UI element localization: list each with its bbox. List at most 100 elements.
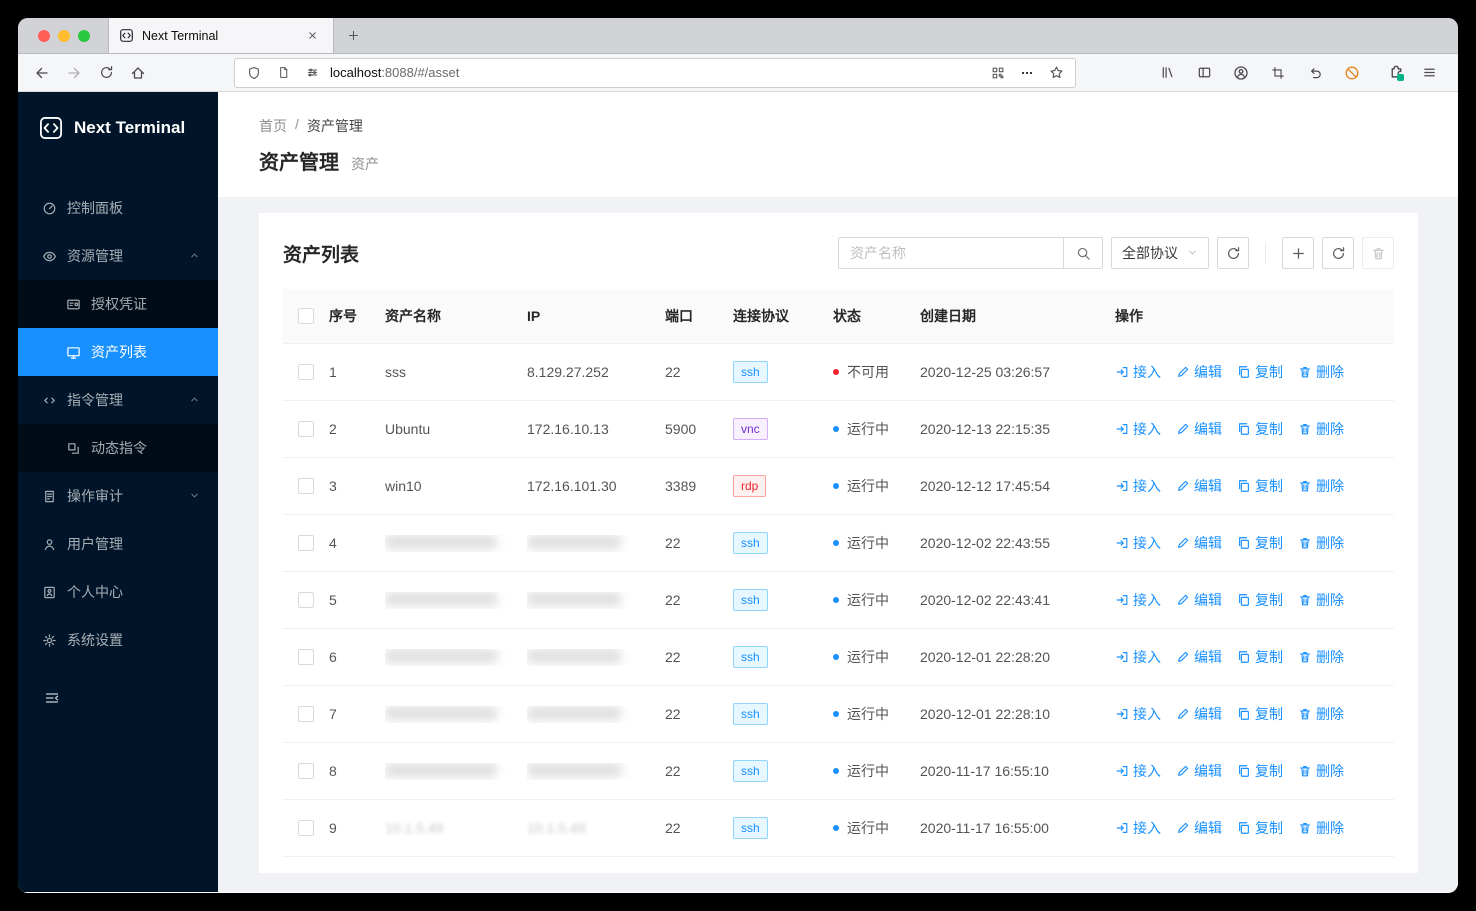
delete-link[interactable]: 删除: [1298, 647, 1344, 667]
copy-link[interactable]: 复制: [1237, 761, 1283, 781]
sidebar-item-users[interactable]: 用户管理: [18, 520, 218, 568]
library-icon[interactable]: [1154, 59, 1180, 87]
copy-link[interactable]: 复制: [1237, 590, 1283, 610]
row-checkbox[interactable]: [298, 364, 314, 380]
delete-link[interactable]: 删除: [1298, 533, 1344, 553]
row-checkbox[interactable]: [298, 763, 314, 779]
new-tab-button[interactable]: [342, 25, 364, 47]
undo-arrow-icon[interactable]: [1302, 59, 1328, 87]
search-button[interactable]: [1063, 237, 1103, 269]
copy-link[interactable]: 复制: [1237, 362, 1283, 382]
connect-link[interactable]: 接入: [1115, 647, 1161, 667]
edit-link[interactable]: 编辑: [1176, 533, 1222, 553]
edit-link[interactable]: 编辑: [1176, 476, 1222, 496]
connect-link[interactable]: 接入: [1115, 590, 1161, 610]
row-checkbox[interactable]: [298, 649, 314, 665]
breadcrumb: 首页 / 资产管理: [259, 116, 1418, 136]
breadcrumb-home[interactable]: 首页: [259, 116, 287, 136]
home-button[interactable]: [124, 59, 152, 87]
sidebar-item-credentials[interactable]: 授权凭证: [18, 280, 218, 328]
delete-link[interactable]: 删除: [1298, 590, 1344, 610]
connect-link[interactable]: 接入: [1115, 533, 1161, 553]
connect-link[interactable]: 接入: [1115, 704, 1161, 724]
connect-link[interactable]: 接入: [1115, 761, 1161, 781]
forward-button[interactable]: [60, 59, 88, 87]
row-checkbox[interactable]: [298, 706, 314, 722]
app-logo[interactable]: Next Terminal: [18, 92, 218, 164]
site-info-page-icon[interactable]: [272, 62, 294, 84]
edit-link[interactable]: 编辑: [1176, 647, 1222, 667]
zoom-window-button[interactable]: [78, 29, 90, 42]
edit-link[interactable]: 编辑: [1176, 590, 1222, 610]
copy-link[interactable]: 复制: [1237, 533, 1283, 553]
menu-hamburger-icon[interactable]: [1416, 59, 1442, 87]
created-date: 2020-12-01 22:28:10: [920, 706, 1050, 722]
copy-link[interactable]: 复制: [1237, 647, 1283, 667]
copy-link[interactable]: 复制: [1237, 704, 1283, 724]
menu-fold-icon[interactable]: [18, 690, 218, 711]
sidebar-item-profile[interactable]: 个人中心: [18, 568, 218, 616]
bookmark-star-icon[interactable]: [1045, 62, 1067, 84]
screenshot-grid-icon[interactable]: [987, 62, 1009, 84]
account-icon[interactable]: [1228, 59, 1254, 87]
permissions-icon[interactable]: [301, 62, 323, 84]
sidebar-toggle-icon[interactable]: [1191, 59, 1217, 87]
sidebar-item-resources[interactable]: 资源管理: [18, 232, 218, 280]
extension-icon[interactable]: [1388, 62, 1405, 84]
delete-link[interactable]: 删除: [1298, 704, 1344, 724]
sidebar-item-settings[interactable]: 系统设置: [18, 616, 218, 664]
back-button[interactable]: [28, 59, 56, 87]
connect-link[interactable]: 接入: [1115, 476, 1161, 496]
copy-link[interactable]: 复制: [1237, 818, 1283, 838]
tracking-shield-icon[interactable]: [243, 62, 265, 84]
page-actions-menu-icon[interactable]: [1016, 62, 1038, 84]
reload-button[interactable]: [92, 59, 120, 87]
add-asset-button[interactable]: [1282, 237, 1314, 269]
batch-delete-button[interactable]: [1362, 237, 1394, 269]
delete-link[interactable]: 删除: [1298, 761, 1344, 781]
url-text[interactable]: localhost:8088/#/asset: [330, 65, 980, 80]
sidebar-item-commands[interactable]: 指令管理: [18, 376, 218, 424]
tab-close-icon[interactable]: [301, 25, 323, 47]
created-date: 2020-12-25 03:26:57: [920, 364, 1050, 380]
edit-link[interactable]: 编辑: [1176, 818, 1222, 838]
connect-link[interactable]: 接入: [1115, 362, 1161, 382]
row-checkbox[interactable]: [298, 421, 314, 437]
delete-link[interactable]: 删除: [1298, 362, 1344, 382]
close-window-button[interactable]: [38, 29, 50, 42]
asset-name-search-input[interactable]: [838, 237, 1063, 269]
table-row: 7 22 ssh 运行中 2020-12-01 22:28:10 接入 编辑 复…: [283, 686, 1394, 743]
edit-link[interactable]: 编辑: [1176, 362, 1222, 382]
browser-tab[interactable]: Next Terminal: [108, 18, 334, 53]
delete-link[interactable]: 删除: [1298, 818, 1344, 838]
connect-link[interactable]: 接入: [1115, 419, 1161, 439]
edit-link[interactable]: 编辑: [1176, 704, 1222, 724]
connect-link[interactable]: 接入: [1115, 818, 1161, 838]
content-blocked-icon[interactable]: [1339, 59, 1365, 87]
sidebar-item-dynamic-commands[interactable]: 动态指令: [18, 424, 218, 472]
screenshot-crop-icon[interactable]: [1265, 59, 1291, 87]
sidebar-item-asset-list[interactable]: 资产列表: [18, 328, 218, 376]
delete-link[interactable]: 删除: [1298, 476, 1344, 496]
asset-name: win10: [385, 478, 422, 494]
protocol-select[interactable]: 全部协议: [1111, 237, 1209, 269]
address-bar[interactable]: localhost:8088/#/asset: [234, 57, 1076, 88]
reset-sync-button[interactable]: [1217, 237, 1249, 269]
delete-link[interactable]: 删除: [1298, 419, 1344, 439]
eye-icon: [42, 249, 57, 264]
status-badge: 运行中: [833, 533, 920, 553]
copy-link[interactable]: 复制: [1237, 419, 1283, 439]
protocol-tag: vnc: [733, 418, 768, 440]
row-checkbox[interactable]: [298, 535, 314, 551]
edit-link[interactable]: 编辑: [1176, 761, 1222, 781]
row-checkbox[interactable]: [298, 820, 314, 836]
row-checkbox[interactable]: [298, 592, 314, 608]
select-all-checkbox[interactable]: [298, 308, 314, 324]
edit-link[interactable]: 编辑: [1176, 419, 1222, 439]
sidebar-item-audit[interactable]: 操作审计: [18, 472, 218, 520]
row-checkbox[interactable]: [298, 478, 314, 494]
copy-link[interactable]: 复制: [1237, 476, 1283, 496]
minimize-window-button[interactable]: [58, 29, 70, 42]
sidebar-item-dashboard[interactable]: 控制面板: [18, 184, 218, 232]
refresh-button[interactable]: [1322, 237, 1354, 269]
